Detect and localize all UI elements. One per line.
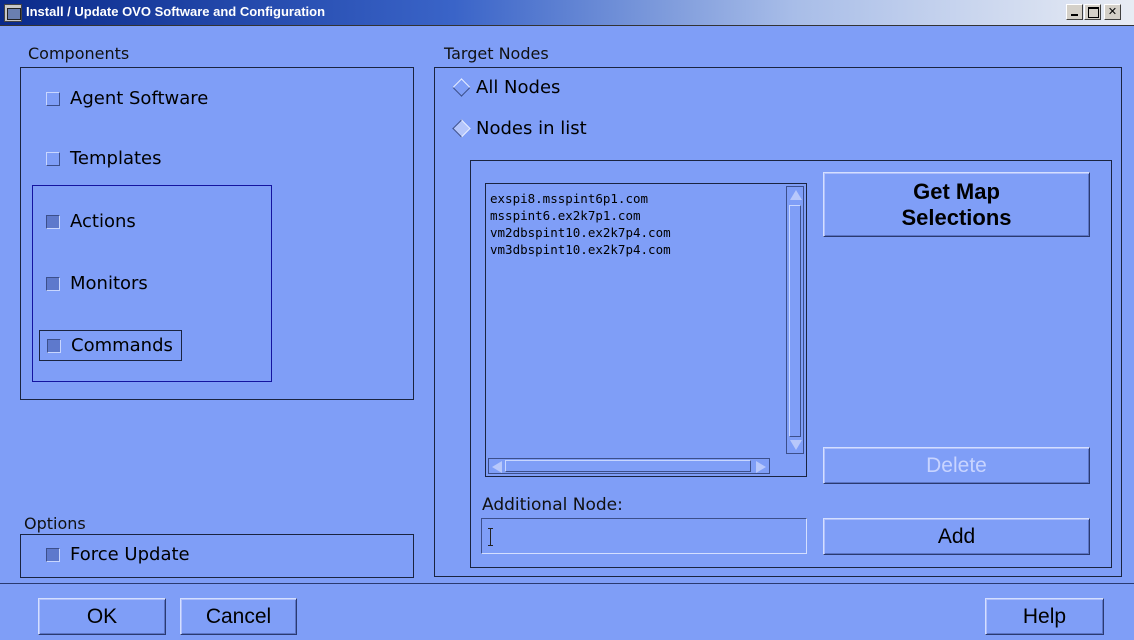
node-list: exspi8.msspint6p1.com msspint6.ex2k7p1.c… [490,190,780,258]
delete-button[interactable]: Delete [823,447,1090,484]
window-title: Install / Update OVO Software and Config… [26,4,326,19]
get-map-selections-button[interactable]: Get Map Selections [823,172,1090,237]
cancel-button[interactable]: Cancel [180,598,297,635]
scroll-left-arrow-icon[interactable] [492,461,502,473]
list-item[interactable]: exspi8.msspint6p1.com [490,190,780,207]
list-item[interactable]: msspint6.ex2k7p1.com [490,207,780,224]
footer-divider [0,583,1134,584]
checkbox-box[interactable] [46,547,60,562]
scroll-thumb[interactable] [789,205,801,437]
checkbox-label: Agent Software [70,88,209,109]
button-label: Cancel [205,604,272,628]
options-label: Options [24,514,86,533]
additional-node-label: Additional Node: [482,495,623,515]
additional-node-input[interactable] [481,518,807,554]
button-label-line1: Get Map [913,178,1000,204]
scroll-down-arrow-icon[interactable] [790,440,802,450]
app-window-icon[interactable] [4,4,22,22]
agent-software-checkbox[interactable]: Agent Software [46,88,208,109]
title-bar[interactable]: Install / Update OVO Software and Config… [0,0,1134,26]
checkbox-box[interactable] [46,91,60,106]
button-label: OK [86,604,118,628]
templates-checkbox[interactable]: Templates [46,148,162,169]
ok-button[interactable]: OK [38,598,166,635]
vertical-scrollbar[interactable] [786,186,804,454]
actions-checkbox[interactable]: Actions [46,211,136,232]
horizontal-scrollbar[interactable] [488,458,770,474]
button-label: Help [1022,604,1067,628]
minimize-button[interactable] [1066,4,1083,20]
force-update-checkbox[interactable]: Force Update [46,544,190,565]
list-item[interactable]: vm2dbspint10.ex2k7p4.com [490,224,780,241]
scroll-up-arrow-icon[interactable] [790,190,802,200]
close-button[interactable]: ✕ [1104,4,1121,20]
checkbox-box[interactable] [46,151,60,166]
add-button[interactable]: Add [823,518,1090,555]
target-nodes-label: Target Nodes [444,44,549,63]
checkbox-label: Templates [70,148,162,169]
checkbox-label: Force Update [70,544,190,565]
commands-checkbox[interactable]: Commands [39,330,182,361]
radio-label: Nodes in list [476,118,587,139]
text-cursor-icon [488,528,493,546]
list-item[interactable]: vm3dbspint10.ex2k7p4.com [490,241,780,258]
button-label: Delete [926,453,987,477]
checkbox-label: Actions [70,211,136,232]
node-listbox[interactable]: exspi8.msspint6p1.com msspint6.ex2k7p1.c… [485,183,807,477]
radio-label: All Nodes [476,77,561,98]
components-label: Components [28,44,130,63]
maximize-button[interactable] [1084,4,1101,20]
button-label-line2: Selections [901,204,1012,230]
checkbox-label: Commands [71,335,173,356]
radio-diamond-icon[interactable] [452,78,471,97]
checkbox-label: Monitors [70,273,148,294]
checkbox-box[interactable] [47,338,61,353]
monitors-checkbox[interactable]: Monitors [46,273,148,294]
all-nodes-radio[interactable]: All Nodes [452,77,560,98]
scroll-right-arrow-icon[interactable] [756,461,766,473]
nodes-in-list-radio[interactable]: Nodes in list [452,118,587,139]
scroll-thumb[interactable] [505,460,751,472]
help-button[interactable]: Help [985,598,1104,635]
radio-diamond-icon[interactable] [452,119,471,138]
button-label: Add [937,524,976,548]
checkbox-box[interactable] [46,214,60,229]
checkbox-box[interactable] [46,276,60,291]
